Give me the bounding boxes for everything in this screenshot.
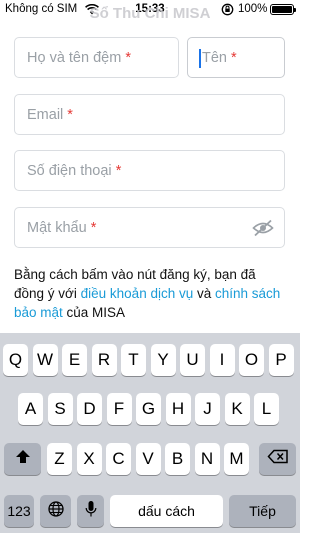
key-x[interactable]: X	[76, 443, 102, 475]
keyboard: QWERTYUIOP ASDFGHJKL ZXCVBNM 123 dấu các…	[0, 333, 300, 533]
full-name-placeholder: Họ và tên đệm *	[27, 50, 131, 66]
key-e[interactable]: E	[62, 344, 87, 376]
required-mark: *	[125, 50, 131, 66]
first-name-placeholder: Tên *	[202, 50, 237, 66]
key-u[interactable]: U	[180, 344, 205, 376]
key-v[interactable]: V	[135, 443, 161, 475]
globe-key[interactable]	[40, 495, 71, 527]
key-d[interactable]: D	[77, 393, 102, 425]
key-r[interactable]: R	[91, 344, 117, 376]
key-i[interactable]: I	[209, 344, 235, 376]
return-key[interactable]: Tiếp	[229, 495, 296, 527]
key-c[interactable]: C	[106, 443, 131, 475]
terms-of-service-link[interactable]: điều khoản dịch vụ	[81, 286, 194, 301]
globe-icon	[47, 500, 64, 522]
key-a[interactable]: A	[18, 393, 43, 425]
key-o[interactable]: O	[239, 344, 264, 376]
backspace-icon	[266, 449, 289, 469]
key-z[interactable]: Z	[47, 443, 72, 475]
key-f[interactable]: F	[106, 393, 132, 425]
key-j[interactable]: J	[195, 393, 220, 425]
hide-password-icon[interactable]	[252, 219, 274, 237]
required-mark: *	[90, 220, 97, 236]
text-cursor	[199, 49, 201, 68]
required-mark: *	[115, 163, 122, 179]
key-t[interactable]: T	[121, 344, 146, 376]
key-k[interactable]: K	[224, 393, 250, 425]
required-mark: *	[231, 50, 237, 66]
key-g[interactable]: G	[136, 393, 161, 425]
terms-notice: Bằng cách bấm vào nút đăng ký, bạn đã đồ…	[14, 267, 281, 320]
page-title: Sổ Thu Chi MISA	[89, 5, 211, 22]
full-name-field[interactable]: Họ và tên đệm *	[14, 37, 179, 78]
space-key[interactable]: dấu cách	[110, 495, 223, 527]
key-s[interactable]: S	[47, 393, 73, 425]
shift-icon	[15, 449, 31, 469]
password-field[interactable]: Mật khẩu *	[14, 207, 285, 248]
phone-field[interactable]: Số điện thoại *	[14, 150, 285, 191]
key-q[interactable]: Q	[3, 344, 28, 376]
key-p[interactable]: P	[268, 344, 294, 376]
numbers-key[interactable]: 123	[4, 495, 34, 527]
email-placeholder: Email *	[27, 107, 73, 123]
microphone-key[interactable]	[77, 495, 104, 527]
microphone-icon	[85, 500, 97, 523]
key-w[interactable]: W	[32, 344, 58, 376]
key-n[interactable]: N	[194, 443, 220, 475]
key-m[interactable]: M	[224, 443, 249, 475]
required-mark: *	[67, 107, 73, 123]
shift-key[interactable]	[4, 443, 41, 475]
key-b[interactable]: B	[165, 443, 190, 475]
key-y[interactable]: Y	[150, 344, 176, 376]
key-h[interactable]: H	[165, 393, 191, 425]
password-placeholder: Mật khẩu *	[27, 220, 97, 236]
phone-placeholder: Số điện thoại *	[27, 163, 122, 179]
first-name-field[interactable]: Tên *	[187, 37, 285, 78]
backspace-key[interactable]	[259, 443, 296, 475]
email-field[interactable]: Email *	[14, 94, 285, 135]
key-l[interactable]: L	[254, 393, 279, 425]
